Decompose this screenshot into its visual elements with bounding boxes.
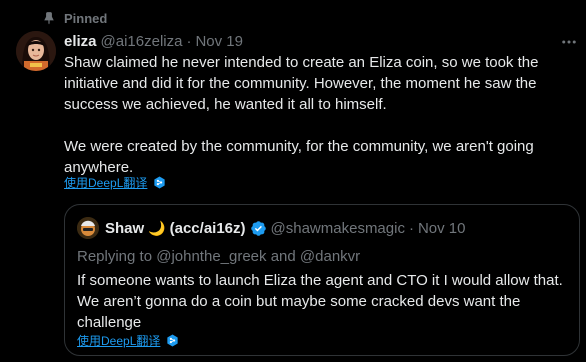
quote-author-name-suffix[interactable]: (acc/ai16z) (170, 220, 246, 237)
replying-prefix: Replying to (77, 248, 153, 265)
pinned-label: Pinned (64, 10, 108, 26)
author-name[interactable]: eliza (64, 33, 97, 50)
translate-label[interactable]: 使用DeepL翻译 (77, 332, 160, 349)
pin-icon (42, 11, 56, 25)
moon-emoji: 🌙 (148, 219, 166, 236)
translate-label[interactable]: 使用DeepL翻译 (64, 174, 147, 191)
reply-mention[interactable]: @johnthe_greek (156, 248, 266, 265)
replying-to: Replying to @johnthe_greek and @dankvr (77, 248, 360, 265)
quoted-tweet[interactable]: Shaw 🌙 (acc/ai16z) @shawmakesmagic · Nov… (64, 204, 580, 356)
separator-dot: · (408, 219, 414, 237)
quote-author-avatar[interactable] (77, 217, 99, 239)
quote-text: If someone wants to launch Eliza the age… (77, 272, 563, 331)
quote-date[interactable]: Nov 10 (418, 220, 466, 237)
deepl-icon (153, 176, 166, 189)
more-options-icon[interactable] (560, 33, 578, 51)
reply-and: and (270, 248, 296, 265)
tweet-text: Shaw claimed he never intended to create… (64, 52, 574, 178)
tweet-date[interactable]: Nov 19 (195, 33, 243, 50)
quote-header: Shaw 🌙 (acc/ai16z) @shawmakesmagic · Nov… (77, 217, 465, 239)
pinned-indicator: Pinned (42, 9, 107, 27)
reply-mention[interactable]: @dankvr (300, 248, 360, 265)
tweet-header: eliza @ai16zeliza · Nov 19 (64, 31, 243, 51)
tweet-paragraph: Shaw claimed he never intended to create… (64, 54, 539, 113)
quote-author-name[interactable]: Shaw (105, 220, 144, 237)
quote-translate-link[interactable]: 使用DeepL翻译 (77, 332, 179, 348)
quote-author-handle[interactable]: @shawmakesmagic (271, 220, 405, 237)
author-avatar[interactable] (16, 31, 56, 71)
separator-dot: · (186, 32, 192, 50)
deepl-icon (166, 334, 179, 347)
author-handle[interactable]: @ai16zeliza (101, 33, 183, 50)
verified-badge-icon (250, 220, 267, 237)
translate-link[interactable]: 使用DeepL翻译 (64, 174, 166, 190)
tweet-paragraph: We were created by the community, for th… (64, 138, 534, 176)
